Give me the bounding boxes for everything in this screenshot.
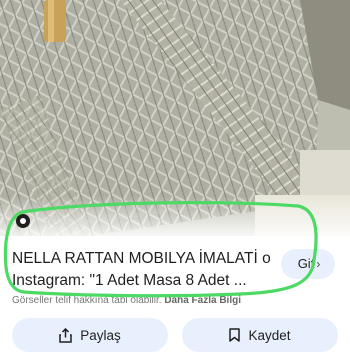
result-title-line-1[interactable]: NELLA RATTAN MOBILYA İMALATİ on	[12, 248, 270, 270]
visit-label: Git	[297, 256, 315, 271]
copyright-text: Görseller telif hakkına tabi olabilir.	[12, 295, 162, 306]
share-label: Paylaş	[80, 327, 121, 343]
visit-button[interactable]: Git ›	[281, 249, 335, 279]
instagram-icon	[16, 214, 30, 228]
result-title-line-2[interactable]: Instagram: "1 Adet Masa 8 Adet ...	[12, 270, 270, 292]
share-icon	[59, 327, 72, 343]
chevron-right-icon: ›	[316, 257, 321, 271]
more-info-link[interactable]: Daha Fazla Bilgi	[164, 295, 241, 306]
bookmark-icon	[229, 328, 241, 342]
result-image[interactable]	[0, 0, 350, 236]
save-label: Kaydet	[248, 327, 291, 343]
share-button[interactable]: Paylaş	[12, 318, 168, 352]
copyright-notice: Görseller telif hakkına tabi olabilir. D…	[12, 295, 342, 306]
result-title[interactable]: NELLA RATTAN MOBILYA İMALATİ on Instagra…	[12, 248, 270, 292]
source-favicon[interactable]	[12, 212, 32, 230]
save-button[interactable]: Kaydet	[182, 318, 338, 352]
image-fade	[0, 196, 350, 236]
